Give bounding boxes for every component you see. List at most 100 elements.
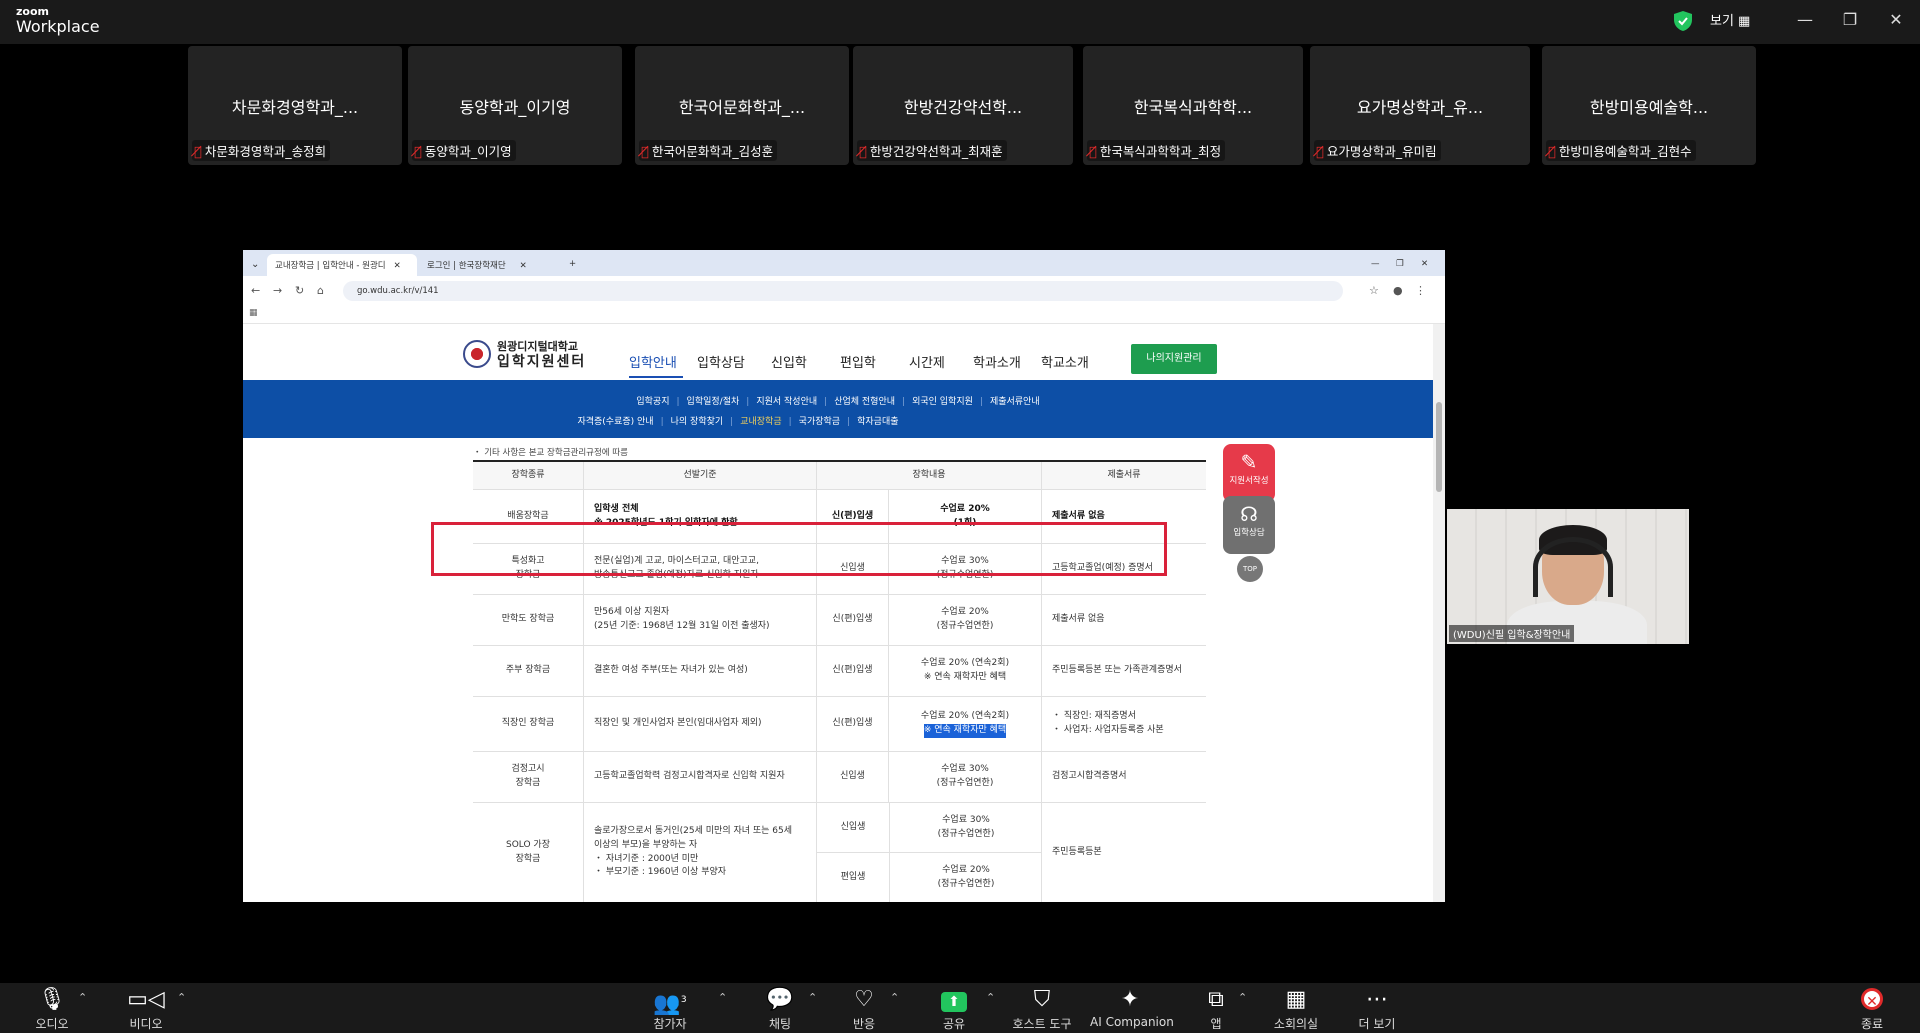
- tab-title: 교내장학금 | 입학안내 - 원광디: [275, 261, 386, 271]
- subnav-item[interactable]: 제출서류안내: [990, 397, 1040, 407]
- headset-icon: [1533, 537, 1613, 597]
- video-options-chevron-icon[interactable]: ⌃: [177, 991, 186, 1004]
- browser-tab[interactable]: 로그인 | 한국장학재단 ✕: [419, 254, 559, 276]
- tab-close-icon[interactable]: ✕: [394, 261, 401, 271]
- sub-navigation: 입학공지 | 입학일정/절차 | 지원서 작성안내 | 산업체 전형안내 | 외국인 입학지원 |…: [243, 380, 1433, 438]
- share-button[interactable]: ⬆ 공유: [932, 987, 976, 1032]
- browser-restore-icon[interactable]: ❐: [1388, 254, 1412, 276]
- apps-button[interactable]: ⧉ 앱: [1198, 987, 1234, 1032]
- restore-icon[interactable]: ❐: [1840, 10, 1860, 29]
- table-header-row: 장학종류 선발기준 장학내용 제출서류: [473, 462, 1206, 490]
- subnav-item[interactable]: 산업체 전형안내: [834, 397, 895, 407]
- mic-muted-icon: 🎙̸: [194, 145, 202, 160]
- subnav-item[interactable]: 국가장학금: [799, 417, 840, 427]
- host-tools-button[interactable]: ⛉ 호스트 도구: [1010, 987, 1074, 1032]
- share-chevron-icon[interactable]: ⌃: [986, 991, 995, 1004]
- cell-type: 주부 장학금: [505, 665, 551, 676]
- ai-companion-button[interactable]: ✦ AI Companion: [1090, 987, 1174, 1029]
- chat-button[interactable]: 💬 채팅: [758, 987, 802, 1032]
- audio-options-chevron-icon[interactable]: ⌃: [78, 991, 87, 1004]
- tab-close-icon[interactable]: ✕: [520, 261, 527, 271]
- video-button[interactable]: ▭◁ 비디오: [124, 987, 168, 1032]
- bookmark-star-icon[interactable]: ☆: [1369, 284, 1379, 297]
- subnav-item[interactable]: 나의 장학찾기: [671, 417, 724, 427]
- participant-gallery: 차문화경영학과_... 🎙̸ 차문화경영학과_송정희 동양학과_이기영 🎙̸ 동양학…: [188, 46, 1756, 167]
- audio-button[interactable]: 🎙 오디오: [30, 987, 74, 1032]
- participant-tile[interactable]: 차문화경영학과_... 🎙̸ 차문화경영학과_송정희: [188, 46, 402, 165]
- participant-display-name: 차문화경영학과_...: [231, 98, 359, 117]
- gnb-item-consult[interactable]: 입학상담: [697, 352, 745, 371]
- more-button[interactable]: ⋯ 더 보기: [1352, 987, 1402, 1032]
- reload-icon[interactable]: ↻: [295, 284, 304, 297]
- gnb-item-about[interactable]: 학교소개: [1041, 352, 1089, 371]
- subnav-item[interactable]: 지원서 작성안내: [756, 397, 817, 407]
- browser-tab-active[interactable]: 교내장학금 | 입학안내 - 원광디 ✕: [267, 254, 417, 276]
- menu-kebab-icon[interactable]: ⋮: [1415, 284, 1426, 297]
- forward-icon[interactable]: →: [273, 284, 282, 297]
- encryption-shield-icon[interactable]: [1674, 11, 1692, 31]
- browser-close-icon[interactable]: ✕: [1413, 254, 1436, 276]
- cell-docs: 주민등록등본: [1041, 803, 1206, 902]
- participant-tile[interactable]: 한방미용예술학... 🎙̸ 한방미용예술학과_김현수: [1542, 46, 1756, 165]
- selected-text[interactable]: ※ 연속 재학자만 혜택: [923, 724, 1007, 738]
- participants-button[interactable]: 👥3 참가자: [648, 987, 692, 1032]
- reactions-chevron-icon[interactable]: ⌃: [890, 991, 899, 1004]
- participant-tile[interactable]: 요가명상학과_유... 🎙̸ 요가명상학과_유미림: [1310, 46, 1530, 165]
- browser-minimize-icon[interactable]: —: [1363, 254, 1388, 276]
- breakout-rooms-button[interactable]: ▦ 소회의실: [1268, 987, 1324, 1032]
- mic-muted-icon: 🎙̸: [859, 145, 867, 160]
- apps-chevron-icon[interactable]: ⌃: [1238, 991, 1247, 1004]
- view-button[interactable]: 보기 ▦: [1710, 10, 1750, 29]
- mic-muted-icon: 🎙̸: [1548, 145, 1556, 160]
- apply-float-button[interactable]: ✎ 지원서작성: [1223, 444, 1275, 502]
- minimize-icon[interactable]: —: [1795, 10, 1815, 29]
- end-meeting-button[interactable]: ✕ 종료: [1852, 987, 1892, 1032]
- cell-docs: 주민등록등본 또는 가족관계증명서: [1041, 646, 1206, 696]
- gnb-item-admission-info[interactable]: 입학안내: [629, 352, 677, 371]
- sub-row: 신입생 수업료 30% (정규수업연한): [817, 803, 1041, 853]
- cell-target: 신(편)입생: [816, 646, 888, 696]
- profile-icon[interactable]: ●: [1393, 284, 1403, 297]
- scrollbar-thumb[interactable]: [1436, 402, 1442, 492]
- subnav-item[interactable]: 입학일정/절차: [687, 397, 740, 407]
- close-icon[interactable]: ✕: [1886, 10, 1906, 29]
- participant-tile[interactable]: 한국복식과학학... 🎙̸ 한국복식과학학과_최정: [1083, 46, 1303, 165]
- participants-chevron-icon[interactable]: ⌃: [718, 991, 727, 1004]
- chat-chevron-icon[interactable]: ⌃: [808, 991, 817, 1004]
- speaker-video-tile[interactable]: (WDU)신필 입학&장학안내: [1447, 509, 1689, 644]
- page-scrollbar[interactable]: [1433, 324, 1445, 902]
- url-input[interactable]: go.wdu.ac.kr/v/141: [343, 281, 1343, 301]
- participant-label: 🎙̸ 한국복식과학학과_최정: [1087, 140, 1226, 161]
- video-camera-icon: ▭◁: [127, 987, 165, 1012]
- cell-target: 신입생: [816, 752, 888, 802]
- new-tab-button[interactable]: +: [561, 254, 584, 276]
- subnav-item[interactable]: 입학공지: [636, 397, 669, 407]
- share-arrow-icon: ⬆: [941, 992, 967, 1012]
- participant-tile[interactable]: 한국어문화학과_... 🎙̸ 한국어문화학과_김성훈: [635, 46, 849, 165]
- mic-muted-icon: 🎙̸: [641, 145, 649, 160]
- my-application-button[interactable]: 나의지원관리: [1131, 344, 1217, 374]
- participant-tile[interactable]: 한방건강약선학... 🎙̸ 한방건강약선학과_최재훈: [853, 46, 1073, 165]
- subnav-item-active[interactable]: 교내장학금: [740, 417, 781, 427]
- subnav-item[interactable]: 외국인 입학지원: [912, 397, 973, 407]
- subnav-item[interactable]: 자격증(수료증) 안내: [577, 417, 653, 427]
- host-shield-icon: ⛉: [1033, 987, 1051, 1012]
- reactions-button[interactable]: ♡ 반응: [842, 987, 886, 1032]
- cell-benefit: 수업료 20% (연속2회) ※ 연속 재학자만 혜택: [888, 646, 1041, 696]
- apps-grid-icon[interactable]: ▦: [249, 308, 258, 318]
- scroll-top-button[interactable]: TOP: [1237, 556, 1263, 582]
- consult-float-button[interactable]: ☊ 입학상담: [1223, 496, 1275, 554]
- home-icon[interactable]: ⌂: [317, 284, 324, 297]
- tab-search-icon[interactable]: ⌄: [243, 254, 267, 276]
- participant-tile[interactable]: 동양학과_이기영 🎙̸ 동양학과_이기영: [408, 46, 622, 165]
- participant-label: 🎙̸ 차문화경영학과_송정희: [192, 140, 331, 161]
- subnav-item[interactable]: 학자금대출: [857, 417, 898, 427]
- gnb-item-departments[interactable]: 학과소개: [973, 352, 1021, 371]
- gnb-item-part-time[interactable]: 시간제: [909, 352, 945, 371]
- pencil-icon: ✎: [1240, 450, 1258, 474]
- speaker-label: (WDU)신필 입학&장학안내: [1449, 625, 1575, 642]
- gnb-item-freshman[interactable]: 신입학: [771, 352, 807, 371]
- cell-benefit: 수업료 20% (연속2회) ※ 연속 재학자만 혜택: [888, 697, 1041, 751]
- gnb-item-transfer[interactable]: 편입학: [840, 352, 876, 371]
- back-icon[interactable]: ←: [251, 284, 260, 297]
